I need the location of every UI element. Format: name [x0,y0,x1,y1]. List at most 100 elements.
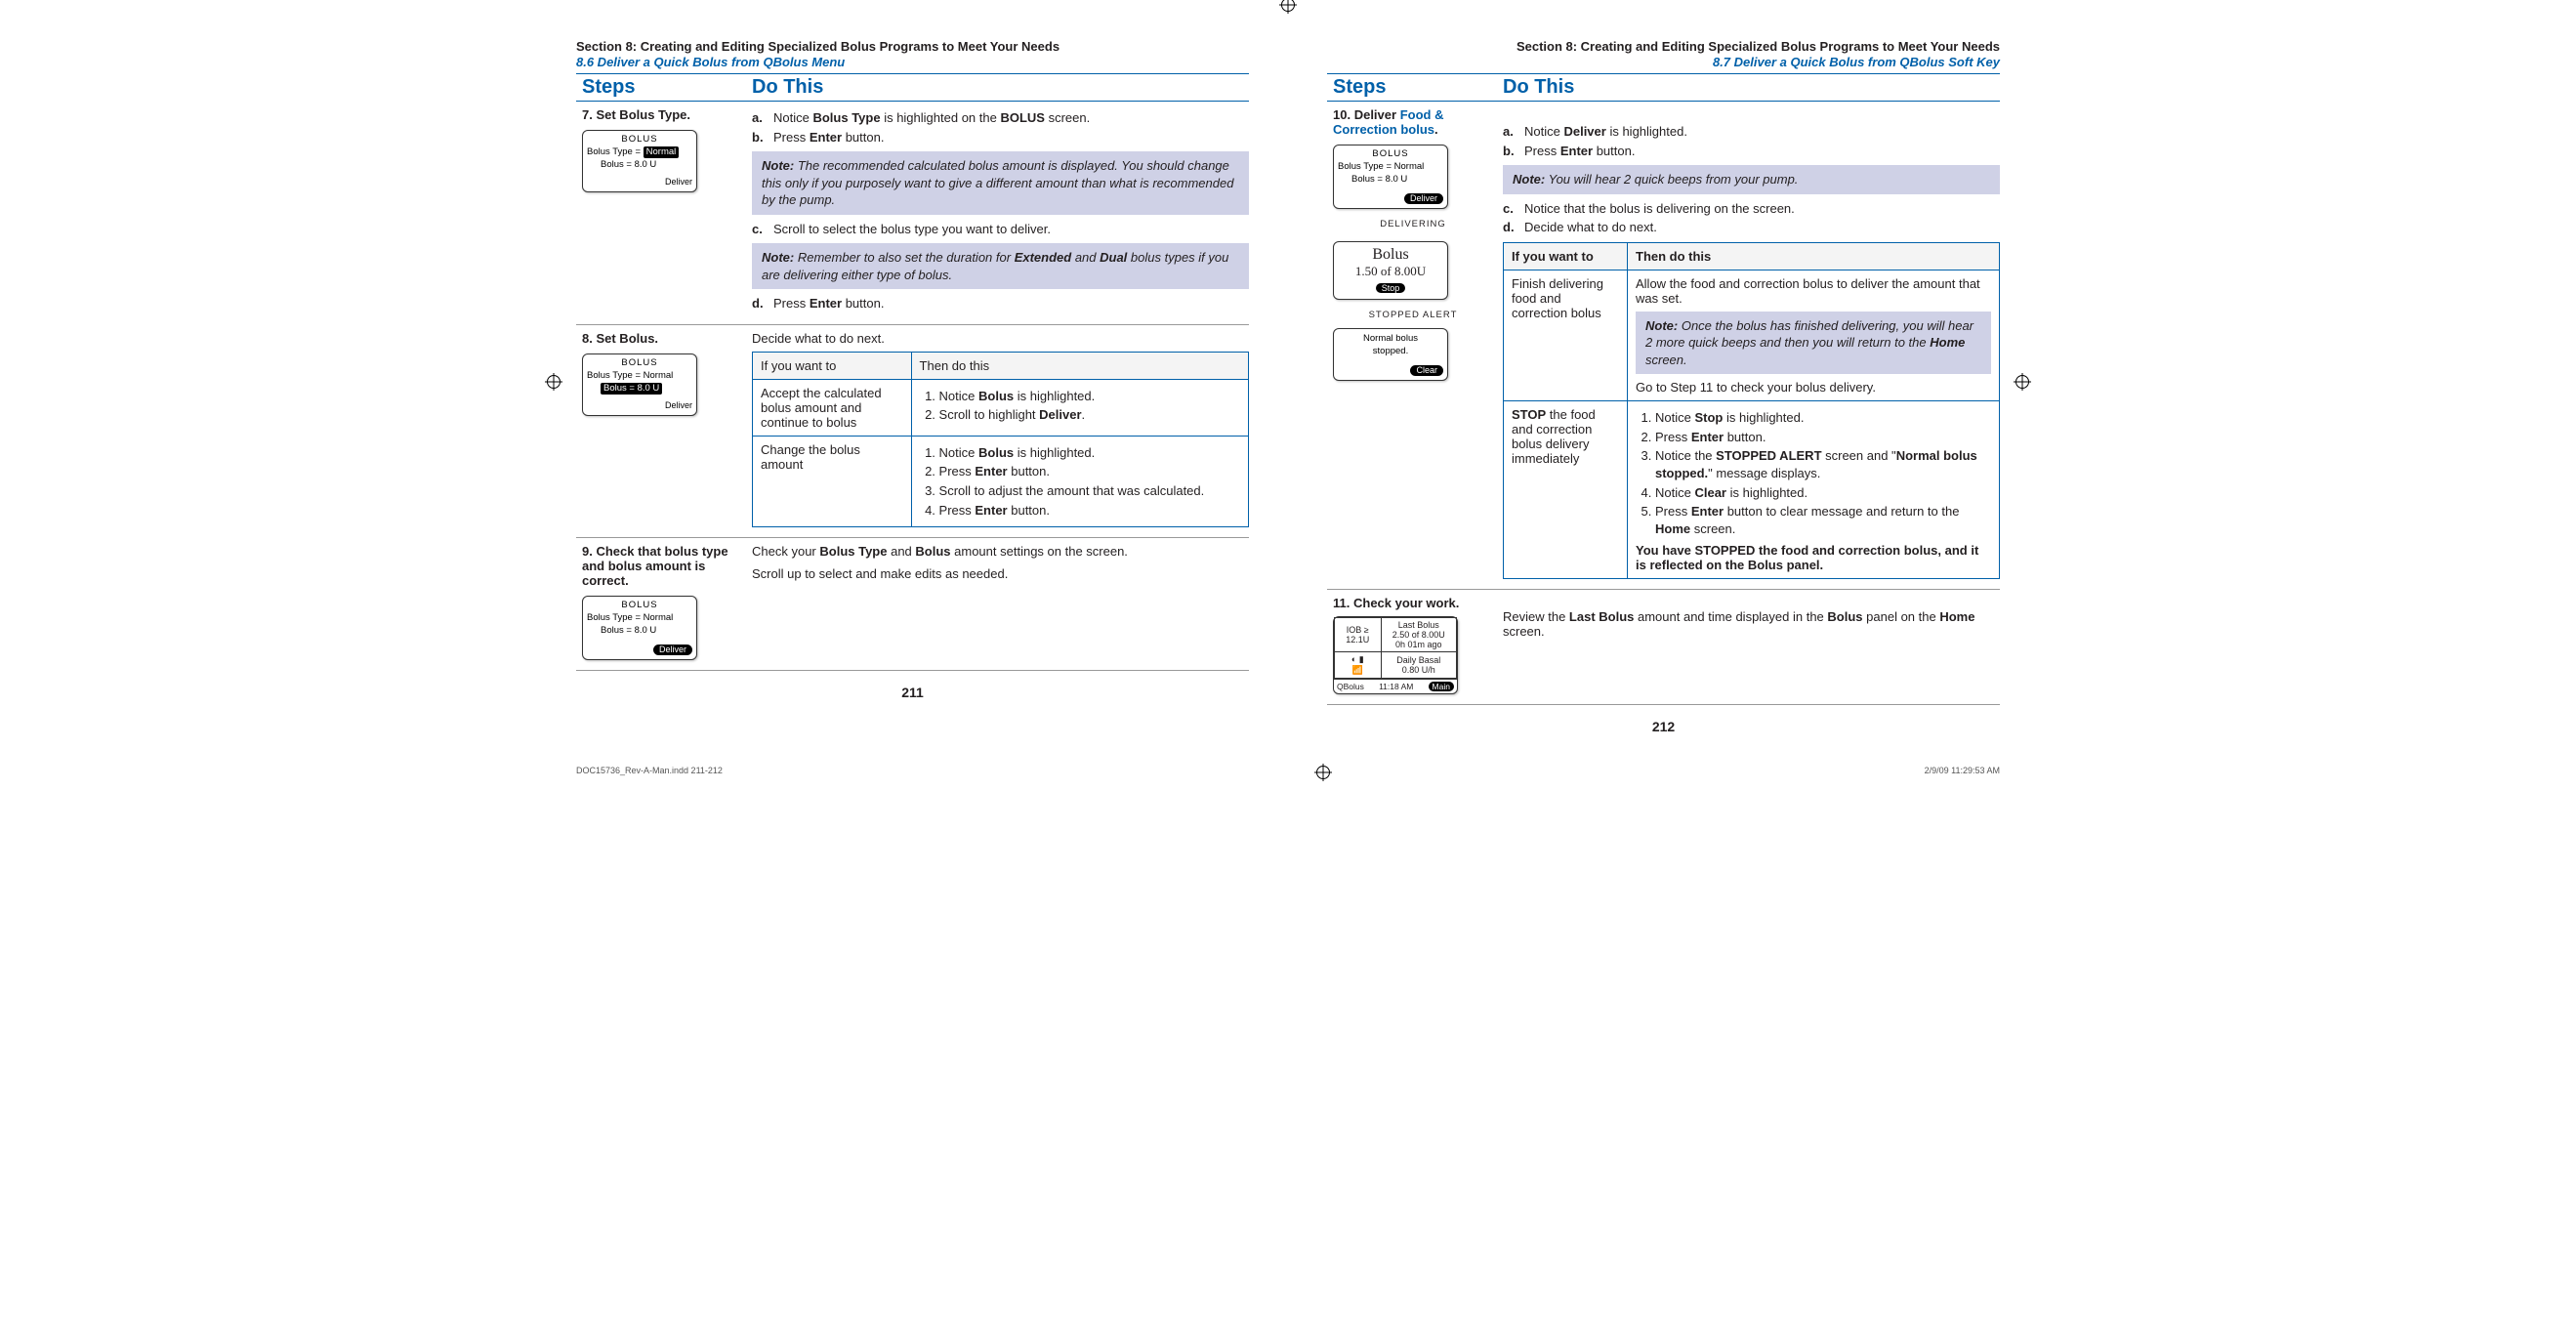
registration-mark-icon [1281,0,1295,12]
paragraph: Go to Step 11 to check your bolus delive… [1636,380,1991,395]
list-item: Notice the STOPPED ALERT screen and "Nor… [1655,447,1991,481]
sub-letter: c. [752,221,773,238]
sub-letter: d. [752,295,773,312]
screen-title: BOLUS [587,134,692,146]
th-then: Then do this [1628,242,2000,270]
table-cell: Notice Bolus is highlighted. Scroll to h… [911,379,1248,436]
pump-screen-bolus: BOLUS Bolus Type = Normal Bolus = 8.0 U … [582,130,697,192]
step-9: 9. Check that bolus type and bolus amoun… [576,538,1249,671]
pump-screen-bolus: BOLUS Bolus Type = Normal Bolus = 8.0 U … [582,596,697,660]
pump-home-screen: IOB ≥ 12.1U Last Bolus 2.50 of 8.00U 0h … [1333,616,1458,694]
decision-table: If you want to Then do this Finish deliv… [1503,242,2000,579]
page-left: Section 8: Creating and Editing Speciali… [537,20,1288,744]
col-do-this: Do This [1503,76,2000,99]
screen-button: Deliver [653,645,692,655]
note-box: Note: You will hear 2 quick beeps from y… [1503,165,2000,194]
page-spread: Section 8: Creating and Editing Speciali… [537,0,2039,764]
step-11: 11. Check your work. IOB ≥ 12.1U Last Bo… [1327,590,2000,705]
th-then: Then do this [911,352,1248,379]
screen-label: STOPPED ALERT [1333,310,1493,320]
softkey-right: Main [1429,682,1454,691]
list-item: Scroll to highlight Deliver. [939,406,1240,424]
screen-line: Bolus Type = Normal [587,146,692,158]
decision-table: If you want to Then do this Accept the c… [752,352,1249,527]
step-left: 9. Check that bolus type and bolus amoun… [576,544,752,660]
step-right: Decide what to do next. If you want to T… [752,331,1249,527]
step-number: 11. [1333,596,1350,610]
list-item: Scroll to adjust the amount that was cal… [939,482,1240,500]
note-text: The recommended calculated bolus amount … [762,158,1233,207]
table-cell: Change the bolus amount [753,436,912,526]
page-right: Section 8: Creating and Editing Speciali… [1288,20,2039,744]
screen-line: Bolus = 8.0 U [1338,174,1443,186]
screen-highlight: Normal [644,146,680,158]
softkey-left: QBolus [1337,682,1364,691]
note-label: Note: [1645,318,1678,333]
sub-letter: a. [752,109,773,127]
step-left: 10. Deliver Food & Correction bolus. BOL… [1327,107,1503,579]
sub-letter: b. [1503,143,1524,160]
basal-value: 0.80 U/h [1385,665,1454,675]
page-number: 212 [1327,719,2000,734]
col-steps: Steps [576,76,752,99]
steps-header: Steps Do This [1327,73,2000,102]
page-number: 211 [576,685,1249,700]
step-10: 10. Deliver Food & Correction bolus. BOL… [1327,102,2000,590]
screen-title: BOLUS [587,600,692,611]
note-text: You will hear 2 quick beeps from your pu… [1549,172,1799,187]
pump-screen-stopped: Normal bolus stopped. Clear [1333,328,1448,381]
screen-line: stopped. [1338,346,1443,357]
table-cell: Accept the calculated bolus amount and c… [753,379,912,436]
screen-label: DELIVERING [1333,219,1493,229]
paragraph: Scroll up to select and make edits as ne… [752,566,1249,581]
note-box: Note: Remember to also set the duration … [752,243,1249,289]
sub-text: Press Enter button. [773,129,1249,146]
step-8: 8. Set Bolus. BOLUS Bolus Type = Normal … [576,325,1249,538]
sub-text: Notice Deliver is highlighted. [1524,123,2000,141]
paragraph: You have STOPPED the food and correction… [1636,543,1991,572]
steps-header: Steps Do This [576,73,1249,102]
screen-big-line: 1.50 of 8.00U [1338,264,1443,279]
list-item: Press Enter button. [939,502,1240,520]
pump-screen-delivering: Bolus 1.50 of 8.00U Stop [1333,241,1448,300]
status-icons: ◐ ▮📶 [1335,652,1382,679]
step-right: Check your Bolus Type and Bolus amount s… [752,544,1249,660]
th-if: If you want to [1504,242,1628,270]
section-title: Section 8: Creating and Editing Speciali… [1327,39,2000,54]
step-right: Review the Last Bolus amount and time di… [1503,596,2000,694]
step-right: a.Notice Deliver is highlighted. b.Press… [1503,107,2000,579]
paragraph: Review the Last Bolus amount and time di… [1503,609,2000,639]
step-title-post: . [1434,122,1438,137]
note-box: Note: The recommended calculated bolus a… [752,151,1249,215]
screen-button: Clear [1410,365,1443,376]
screen-text: Bolus Type = [587,146,641,157]
sub-letter: c. [1503,200,1524,218]
step-right: a.Notice Bolus Type is highlighted on th… [752,107,1249,314]
screen-line: Bolus Type = Normal [1338,161,1443,173]
step-number: 10. [1333,107,1350,122]
step-title: Set Bolus. [596,331,658,346]
subsection-title: 8.6 Deliver a Quick Bolus from QBolus Me… [576,55,1249,69]
step-left: 7. Set Bolus Type. BOLUS Bolus Type = No… [576,107,752,314]
last-bolus-value: 2.50 of 8.00U [1385,630,1454,640]
screen-line: Bolus = 8.0 U [587,383,692,395]
screen-footer: Deliver [587,177,692,187]
step-title: Check that bolus type and bolus amount i… [582,544,728,588]
note-label: Note: [762,250,794,265]
th-if: If you want to [753,352,912,379]
step-left: 11. Check your work. IOB ≥ 12.1U Last Bo… [1327,596,1503,694]
table-cell: Finish delivering food and correction bo… [1504,270,1628,401]
col-steps: Steps [1327,76,1503,99]
pump-screen-bolus: BOLUS Bolus Type = Normal Bolus = 8.0 U … [582,354,697,416]
step-title: Set Bolus Type. [596,107,690,122]
step-7: 7. Set Bolus Type. BOLUS Bolus Type = No… [576,102,1249,325]
list-item: Press Enter button to clear message and … [1655,503,1991,537]
list-item: Press Enter button. [939,463,1240,480]
iob-label: IOB ≥ [1338,625,1378,635]
subsection-title: 8.7 Deliver a Quick Bolus from QBolus So… [1327,55,2000,69]
table-cell: STOP the food and correction bolus deliv… [1504,401,1628,579]
screen-highlight: Bolus = 8.0 U [601,383,662,395]
step-number: 7. [582,107,593,122]
screen-line: Bolus Type = Normal [587,370,692,382]
step-title-pre: Deliver [1354,107,1400,122]
